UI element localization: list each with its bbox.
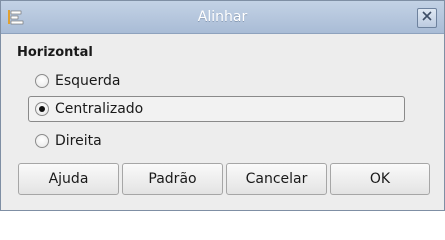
default-button[interactable]: Padrão [122,163,223,195]
title-bar[interactable]: Alinhar [1,1,444,34]
radio-label: Centralizado [55,101,144,117]
radio-centralizado[interactable]: Centralizado [28,96,405,122]
radio-direita[interactable]: Direita [28,128,103,154]
close-button[interactable] [417,8,437,28]
cancel-button[interactable]: Cancelar [226,163,327,195]
radio-button[interactable] [35,134,49,148]
radio-button-selected[interactable] [35,102,49,116]
window-title: Alinhar [197,9,248,25]
close-icon [421,10,433,26]
align-dialog: Alinhar Horizontal Esquerda Centralizado… [0,0,445,211]
help-button[interactable]: Ajuda [18,163,119,195]
radio-button[interactable] [35,74,49,88]
dialog-body: Horizontal Esquerda Centralizado Direita… [1,34,444,210]
radio-label: Esquerda [55,73,121,89]
radio-esquerda[interactable]: Esquerda [28,68,122,94]
radio-label: Direita [55,133,102,149]
horizontal-section-label: Horizontal [17,45,93,60]
ok-button[interactable]: OK [330,163,430,195]
